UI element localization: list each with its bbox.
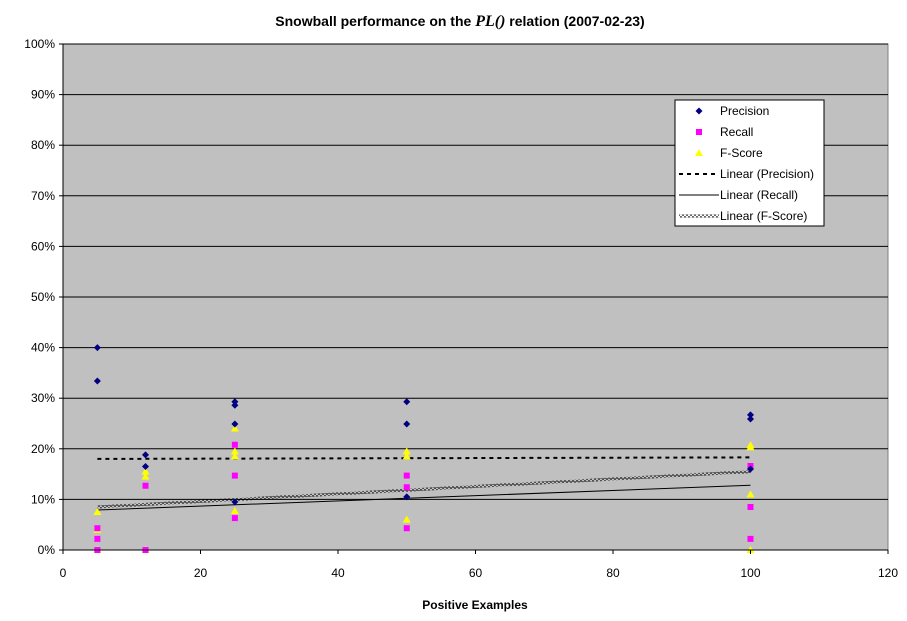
recall-point [94, 525, 101, 532]
y-tick-label: 100% [24, 37, 55, 51]
chart-title-relation: PL() [474, 13, 505, 30]
y-tick-label: 90% [31, 88, 55, 102]
recall-point [747, 503, 754, 510]
legend-box [674, 99, 825, 227]
legend-label-f-score: F-Score [720, 146, 763, 160]
recall-point [747, 535, 754, 542]
recall-point [231, 472, 238, 479]
x-tick-label: 80 [606, 566, 620, 580]
legend-label-linear-recall-: Linear (Recall) [720, 188, 798, 202]
x-tick-label: 100 [740, 566, 760, 580]
x-tick-label: 40 [331, 566, 345, 580]
y-tick-label: 70% [31, 189, 55, 203]
y-tick-label: 0% [38, 543, 56, 557]
legend-label-recall: Recall [720, 125, 753, 139]
legend-label-linear-f-score-: Linear (F-Score) [720, 209, 807, 223]
y-tick-label: 60% [31, 239, 55, 253]
chart: Snowball performance on the PL() relatio… [24, 13, 898, 612]
recall-point [403, 472, 410, 479]
recall-point [231, 441, 238, 448]
y-tick-label: 30% [31, 391, 55, 405]
recall-point [142, 482, 149, 489]
x-tick-label: 20 [194, 566, 208, 580]
x-axis-title: Positive Examples [422, 598, 528, 612]
y-tick-label: 50% [31, 290, 55, 304]
x-tick-label: 120 [878, 566, 898, 580]
y-tick-label: 20% [31, 442, 55, 456]
legend-marker-recall [696, 129, 702, 135]
y-tick-label: 80% [31, 138, 55, 152]
x-tick-label: 0 [60, 566, 67, 580]
legend: Precision Recall F-Score Linear (Precision)… [674, 99, 825, 227]
chart-title: Snowball performance on the PL() relatio… [275, 13, 644, 30]
x-tick-label: 60 [469, 566, 483, 580]
recall-point [231, 515, 238, 522]
recall-point [94, 535, 101, 542]
recall-point [403, 525, 410, 532]
legend-label-precision: Precision [720, 104, 769, 118]
recall-point [403, 484, 410, 491]
legend-label-linear-precision-: Linear (Precision) [720, 167, 814, 181]
y-tick-label: 10% [31, 492, 55, 506]
y-tick-label: 40% [31, 341, 55, 355]
